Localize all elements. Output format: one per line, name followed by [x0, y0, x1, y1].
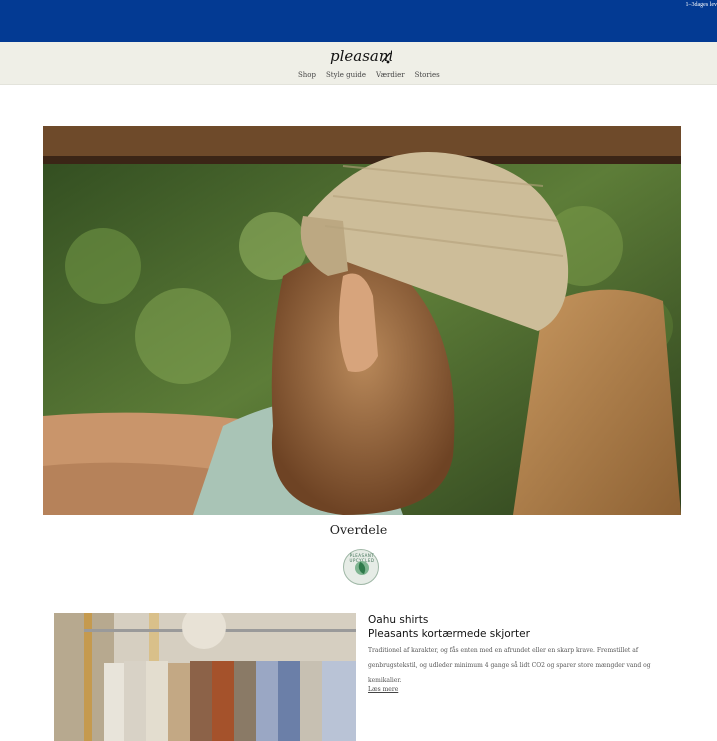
nav-item-stories[interactable]: Stories [415, 71, 440, 79]
main-navigation: Shop Style guide Værdier Stories [298, 71, 440, 79]
site-header: pleasant Shop Style guide Værdier Storie… [0, 42, 717, 85]
hero-photo [43, 126, 681, 515]
hero-image[interactable] [43, 126, 681, 515]
svg-text:pleasant: pleasant [330, 47, 392, 65]
product-title: Oahu shirts [368, 614, 429, 626]
product-description: Traditionel af karakter, og fås enten me… [368, 647, 651, 684]
read-more-link[interactable]: Læs mere [368, 686, 398, 693]
logo-wordmark: pleasant [330, 47, 396, 65]
pleasant-logo[interactable]: pleasant [328, 45, 396, 67]
nav-item-style-guide[interactable]: Style guide [326, 71, 366, 79]
nav-item-vaerdier[interactable]: Værdier [376, 71, 405, 79]
upcycled-badge: PLEASANT UPCYCLED [343, 549, 379, 585]
product-image-oahu-shirts[interactable] [54, 613, 356, 741]
nav-item-shop[interactable]: Shop [298, 71, 316, 79]
top-announcement-bar: 1–3dages lev [0, 0, 717, 42]
shipping-notice: 1–3dages lev [685, 2, 717, 8]
product-subtitle: Pleasants kortærmede skjorter [368, 628, 530, 640]
shirts-group [104, 661, 356, 741]
clothing-rack-photo [54, 613, 356, 741]
section-title-overdele: Overdele [329, 522, 388, 537]
